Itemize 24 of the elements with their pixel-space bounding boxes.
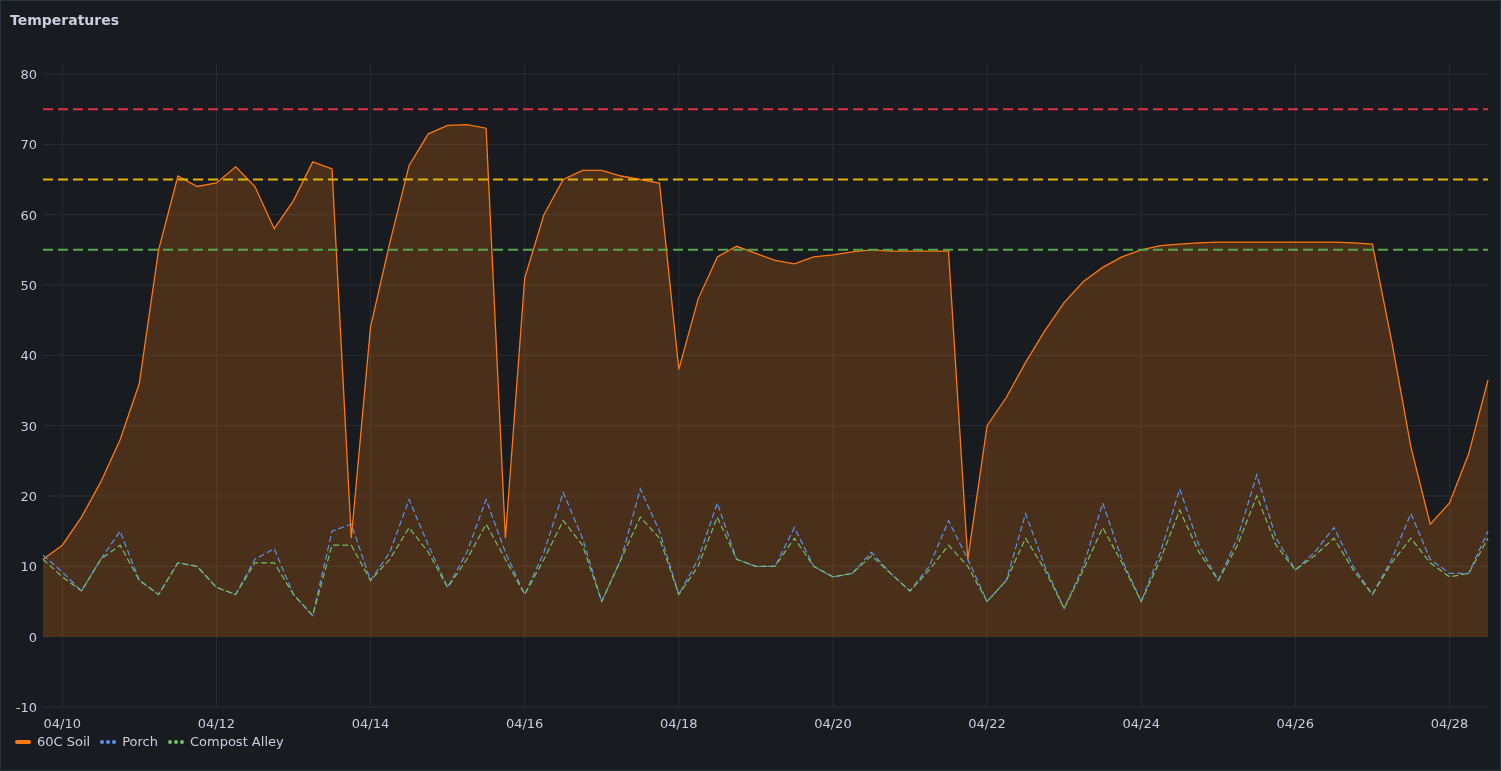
legend-label[interactable]: Compost Alley [189,734,284,749]
axis-tick-label: 40 [20,348,37,364]
axis-tick-label: 04/28 [1430,716,1469,730]
axis-tick-label: 70 [20,137,37,153]
axis-tick-label: 50 [20,278,37,293]
axis-tick-label: 04/14 [351,716,390,730]
axis-tick-label: 04/12 [197,716,236,730]
axis-tick-label: 30 [20,418,37,434]
axis-tick-label: 04/20 [814,716,852,730]
axis-tick-label: 0 [28,629,37,645]
axis-tick-label: -10 [15,700,37,715]
panel-title: Temperatures [9,11,121,30]
legend-label[interactable]: Porch [122,734,158,749]
axis-tick-label: 04/10 [43,716,81,730]
axis-tick-label: 04/18 [660,716,698,730]
axis-tick-label: 60 [20,207,37,223]
axis-tick-label: 10 [20,559,37,575]
axis-tick-label: 04/16 [505,716,544,730]
axis-tick-label: 04/26 [1276,716,1315,730]
legend-label[interactable]: 60C Soil [37,734,91,749]
axis-tick-label: 20 [20,489,37,504]
axis-tick-label: 04/22 [968,716,1006,730]
axis-tick-label: 04/24 [1122,716,1160,730]
axis-tick-label: 80 [20,67,37,82]
